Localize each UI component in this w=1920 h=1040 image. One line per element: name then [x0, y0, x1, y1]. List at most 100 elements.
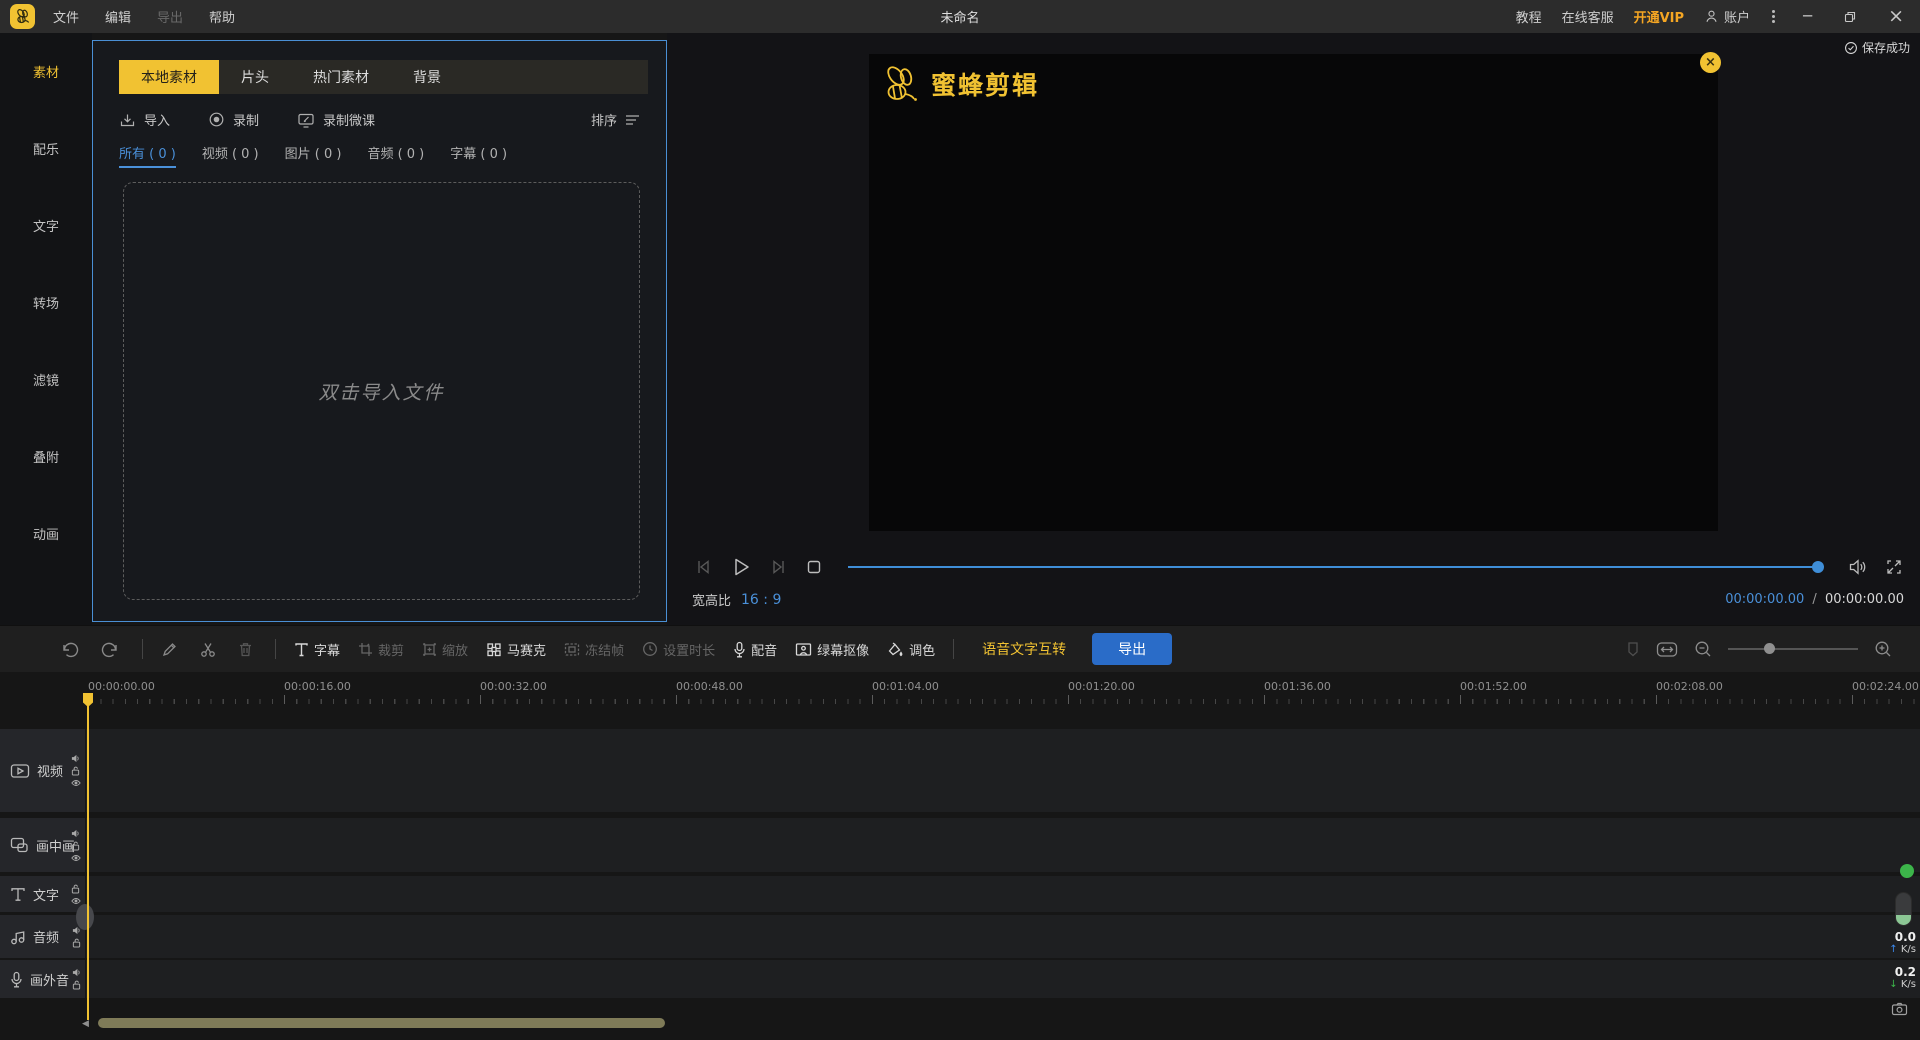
previous-frame-button[interactable]: [692, 556, 714, 578]
next-frame-button[interactable]: [768, 556, 790, 578]
sidebar: 素材 配乐 文字 转场 滤镜 叠附 动画: [0, 33, 92, 625]
tool-color-grading[interactable]: 调色: [887, 640, 935, 659]
lock-icon[interactable]: [71, 766, 81, 776]
sort-button[interactable]: 排序: [591, 110, 640, 129]
close-button[interactable]: ×: [1882, 7, 1910, 26]
microphone-icon: [733, 641, 746, 658]
fit-timeline-icon[interactable]: [1656, 641, 1678, 658]
track-pip: 画中画: [0, 818, 1920, 872]
track-video-lane[interactable]: [86, 729, 1920, 812]
brand-text: 蜜蜂剪辑: [931, 66, 1039, 102]
restore-button[interactable]: [1838, 11, 1862, 23]
filter-all[interactable]: 所有 ( 0 ): [119, 143, 176, 168]
seek-slider[interactable]: [848, 566, 1822, 568]
menu-file[interactable]: 文件: [53, 7, 79, 26]
track-pip-lane[interactable]: [86, 818, 1920, 872]
sidebar-item-music[interactable]: 配乐: [0, 110, 92, 187]
record-button[interactable]: 录制: [208, 110, 259, 129]
tool-subtitle[interactable]: 字幕: [294, 640, 340, 659]
record-lesson-button[interactable]: 录制微课: [297, 110, 375, 129]
track-voiceover-lane[interactable]: [86, 960, 1920, 998]
horizontal-scrollbar[interactable]: [98, 1018, 665, 1028]
visibility-icon[interactable]: [71, 854, 81, 862]
snapshot-camera-button[interactable]: [1891, 1002, 1908, 1016]
sidebar-item-transition[interactable]: 转场: [0, 264, 92, 341]
aspect-ratio-value[interactable]: 16 : 9: [741, 592, 781, 608]
sidebar-item-text[interactable]: 文字: [0, 187, 92, 264]
tab-local-media[interactable]: 本地素材: [119, 60, 219, 94]
lock-icon[interactable]: [72, 938, 81, 948]
play-button[interactable]: [729, 555, 753, 579]
tool-dubbing[interactable]: 配音: [733, 640, 777, 659]
scroll-left-arrow[interactable]: ◀: [82, 1019, 89, 1029]
panel-collapse-handle[interactable]: [76, 904, 94, 930]
track-audio-lane[interactable]: [86, 915, 1920, 958]
tab-hot-media[interactable]: 热门素材: [291, 60, 391, 94]
visibility-icon[interactable]: [71, 779, 81, 787]
mute-icon[interactable]: [71, 754, 81, 763]
timecode-current: 00:00:00.00: [1725, 592, 1804, 607]
vip-button[interactable]: 开通VIP: [1634, 7, 1684, 26]
filter-subtitle[interactable]: 字幕 ( 0 ): [450, 143, 507, 168]
seek-slider-thumb[interactable]: [1812, 561, 1824, 573]
visibility-icon[interactable]: [71, 897, 81, 905]
ruler-label: 00:00:32.00: [480, 680, 547, 693]
track-text-lane[interactable]: [86, 876, 1920, 912]
more-menu-icon[interactable]: [1770, 10, 1777, 23]
volume-icon[interactable]: [1847, 557, 1869, 577]
status-dot: [1900, 864, 1914, 878]
speech-text-convert-button[interactable]: 语音文字互转: [982, 639, 1066, 659]
playhead-line[interactable]: [87, 704, 89, 1020]
subtitle-icon: [294, 642, 309, 657]
ruler-label: 00:01:20.00: [1068, 680, 1135, 693]
minimize-button[interactable]: ─: [1797, 9, 1818, 24]
sidebar-item-material[interactable]: 素材: [0, 33, 92, 110]
zoom-in-icon[interactable]: [1874, 640, 1892, 658]
timeline-ruler[interactable]: 00:00:00.00 00:00:16.00 00:00:32.00 00:0…: [0, 672, 1920, 706]
split-scissors-button[interactable]: [200, 641, 216, 658]
tab-background[interactable]: 背景: [391, 60, 463, 94]
fullscreen-icon[interactable]: [1884, 557, 1904, 577]
tab-intro[interactable]: 片头: [219, 60, 291, 94]
account-button[interactable]: 账户: [1704, 7, 1750, 26]
track-label: 文字: [33, 885, 59, 904]
lock-icon[interactable]: [72, 980, 81, 990]
stop-button[interactable]: [805, 558, 823, 576]
timeline-zoom-thumb[interactable]: [1764, 643, 1775, 654]
tool-mosaic[interactable]: 马赛克: [486, 640, 546, 659]
paint-bucket-icon: [887, 642, 904, 657]
tool-green-screen[interactable]: 绿幕抠像: [795, 640, 869, 659]
crop-icon: [358, 642, 373, 657]
watermark-close-button[interactable]: ×: [1700, 52, 1721, 73]
undo-button[interactable]: [60, 641, 79, 658]
import-button[interactable]: 导入: [119, 110, 170, 129]
sidebar-item-filter[interactable]: 滤镜: [0, 341, 92, 418]
mute-icon[interactable]: [72, 968, 81, 977]
filter-image[interactable]: 图片 ( 0 ): [285, 143, 342, 168]
import-icon: [119, 112, 136, 128]
export-button[interactable]: 导出: [1092, 633, 1172, 665]
preview-stage: 蜜蜂剪辑 ×: [869, 54, 1718, 531]
filter-video[interactable]: 视频 ( 0 ): [202, 143, 259, 168]
sidebar-item-animation[interactable]: 动画: [0, 495, 92, 572]
sidebar-item-overlay[interactable]: 叠附: [0, 418, 92, 495]
zoom-out-icon[interactable]: [1694, 640, 1712, 658]
timecode: 00:00:00.00 / 00:00:00.00: [1725, 592, 1904, 607]
timeline-zoom-slider[interactable]: [1728, 648, 1858, 650]
edit-pencil-button[interactable]: [161, 641, 178, 658]
ruler-label: 00:00:16.00: [284, 680, 351, 693]
lock-icon[interactable]: [71, 841, 81, 851]
menu-help[interactable]: 帮助: [209, 7, 235, 26]
mute-icon[interactable]: [71, 829, 81, 838]
filter-audio[interactable]: 音频 ( 0 ): [367, 143, 424, 168]
support-link[interactable]: 在线客服: [1562, 7, 1614, 26]
track-pip-header: 画中画: [0, 818, 85, 872]
track-audio-header: 音频: [0, 915, 85, 958]
lock-icon[interactable]: [71, 884, 81, 894]
redo-button[interactable]: [101, 641, 120, 658]
menu-edit[interactable]: 编辑: [105, 7, 131, 26]
tutorial-link[interactable]: 教程: [1516, 7, 1542, 26]
ruler-label: 00:00:48.00: [676, 680, 743, 693]
ruler-label: 00:01:04.00: [872, 680, 939, 693]
import-dropzone[interactable]: 双击导入文件: [123, 182, 640, 600]
